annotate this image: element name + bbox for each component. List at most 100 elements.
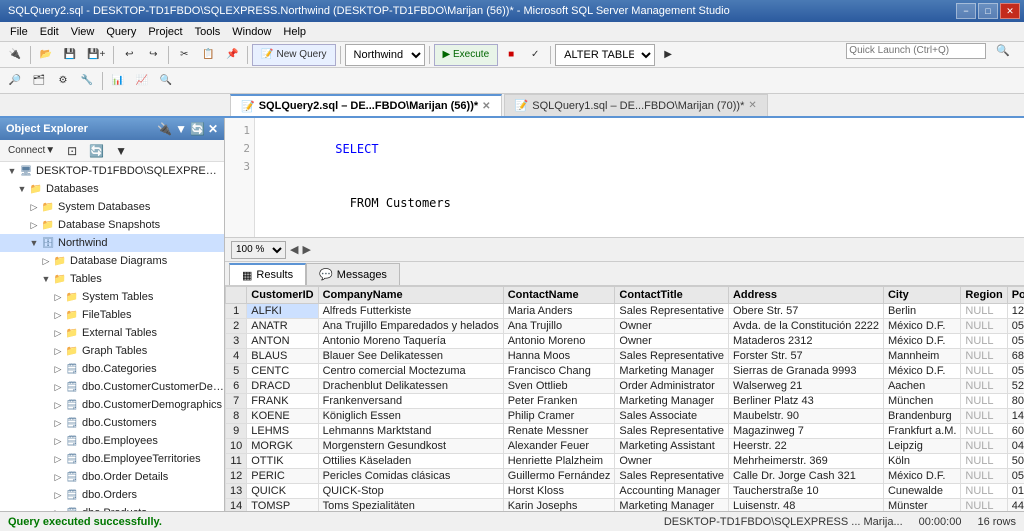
- execute-btn[interactable]: ▶ Execute: [434, 44, 499, 66]
- tb2-btn4[interactable]: 🔧: [76, 70, 98, 92]
- table-row[interactable]: 9LEHMSLehmanns MarktstandRenate MessnerS…: [226, 424, 1024, 439]
- close-button[interactable]: ✕: [1000, 3, 1020, 19]
- table-row[interactable]: 11OTTIKOttilies KäseladenHenriette Plalz…: [226, 454, 1024, 469]
- menu-window[interactable]: Window: [226, 24, 277, 40]
- table-row[interactable]: 8KOENEKöniglich EssenPhilip CramerSales …: [226, 409, 1024, 424]
- redo-btn[interactable]: ↪: [142, 44, 164, 66]
- menu-query[interactable]: Query: [100, 24, 142, 40]
- database-dropdown[interactable]: Northwind: [345, 44, 425, 66]
- tree-item-orderdetails[interactable]: ▷ 🗒 dbo.Order Details: [0, 468, 224, 486]
- new-query-btn[interactable]: 📝 New Query: [252, 44, 335, 66]
- tb2-btn2[interactable]: 🗂: [28, 70, 50, 92]
- tree-item-graph-tables[interactable]: ▷ 📁 Graph Tables: [0, 342, 224, 360]
- tree-item-filetables[interactable]: ▷ 📁 FileTables: [0, 306, 224, 324]
- table-cell: Sales Representative: [615, 469, 729, 484]
- tree-item-orders[interactable]: ▷ 🗒 dbo.Orders: [0, 486, 224, 504]
- col-companyname[interactable]: CompanyName: [318, 287, 503, 304]
- tree-item-snapshots[interactable]: ▷ 📁 Database Snapshots: [0, 216, 224, 234]
- tab-query1[interactable]: 📝 SQLQuery1.sql – DE...FBDO\Marijan (70)…: [504, 94, 768, 116]
- table-row[interactable]: 12PERICPericles Comidas clásicasGuillerm…: [226, 469, 1024, 484]
- tree-item-products[interactable]: ▷ 🗒 dbo.Products: [0, 504, 224, 511]
- tree-item-external-tables[interactable]: ▷ 📁 External Tables: [0, 324, 224, 342]
- results-tab[interactable]: ▦ Results: [229, 263, 306, 285]
- table-row[interactable]: 1ALFKIAlfreds FutterkisteMaria AndersSal…: [226, 304, 1024, 319]
- menu-edit[interactable]: Edit: [34, 24, 65, 40]
- tb2-btn5[interactable]: 📊: [107, 70, 129, 92]
- oe-refresh-btn[interactable]: 🔄: [190, 122, 205, 136]
- tree-item-customers[interactable]: ▷ 🗒 dbo.Customers: [0, 414, 224, 432]
- col-contacttitle[interactable]: ContactTitle: [615, 287, 729, 304]
- tree-toggle[interactable]: ▼: [16, 184, 28, 194]
- tb2-btn6[interactable]: 📈: [131, 70, 153, 92]
- quick-launch-input[interactable]: [846, 43, 986, 59]
- table-row[interactable]: 2ANATRAna Trujillo Emparedados y helados…: [226, 319, 1024, 334]
- tb2-btn7[interactable]: 🔍: [155, 70, 177, 92]
- tree-item-system-dbs[interactable]: ▷ 📁 System Databases: [0, 198, 224, 216]
- tree-toggle[interactable]: ▼: [6, 166, 18, 176]
- tree-item-customerdemographics[interactable]: ▷ 🗒 dbo.CustomerDemographics: [0, 396, 224, 414]
- stop-btn[interactable]: ■: [500, 44, 522, 66]
- tab-query1-close[interactable]: ✕: [748, 100, 756, 111]
- nav-right-btn[interactable]: ▶: [302, 243, 310, 256]
- tree-item-northwind[interactable]: ▼ 🗄 Northwind: [0, 234, 224, 252]
- tab-query2[interactable]: 📝 SQLQuery2.sql – DE...FBDO\Marijan (56)…: [230, 94, 502, 116]
- menu-help[interactable]: Help: [277, 24, 312, 40]
- line-numbers: 1 2 3: [225, 118, 255, 237]
- menu-file[interactable]: File: [4, 24, 34, 40]
- maximize-button[interactable]: □: [978, 3, 998, 19]
- messages-tab[interactable]: 💬 Messages: [306, 263, 400, 285]
- oe-filter-btn[interactable]: ▼: [175, 122, 187, 136]
- table-row[interactable]: 13QUICKQUICK-StopHorst KlossAccounting M…: [226, 484, 1024, 499]
- table-row[interactable]: 4BLAUSBlauer See DelikatessenHanna MoosS…: [226, 349, 1024, 364]
- col-city[interactable]: City: [883, 287, 960, 304]
- table-row[interactable]: 5CENTCCentro comercial MoctezumaFrancisc…: [226, 364, 1024, 379]
- tree-item-tables[interactable]: ▼ 📁 Tables: [0, 270, 224, 288]
- nav-left-btn[interactable]: ◀: [290, 243, 298, 256]
- oe-connect-tb-btn[interactable]: Connect▼: [4, 140, 59, 162]
- tree-item-databases[interactable]: ▼ 📁 Databases: [0, 180, 224, 198]
- tree-item-server[interactable]: ▼ 🖥 DESKTOP-TD1FBDO\SQLEXPRESS (SQL Serv…: [0, 162, 224, 180]
- tab-query2-close[interactable]: ✕: [482, 101, 490, 112]
- tree-item-employees[interactable]: ▷ 🗒 dbo.Employees: [0, 432, 224, 450]
- tree-item-db-diagrams[interactable]: ▷ 📁 Database Diagrams: [0, 252, 224, 270]
- table-row[interactable]: 7FRANKFrankenversandPeter FrankenMarketi…: [226, 394, 1024, 409]
- col-customerid[interactable]: CustomerID: [247, 287, 318, 304]
- undo-btn[interactable]: ↩: [118, 44, 140, 66]
- col-address[interactable]: Address: [728, 287, 883, 304]
- oe-filter-tb-btn[interactable]: ▼: [110, 140, 132, 162]
- go-btn[interactable]: ▶: [657, 44, 679, 66]
- save-all-btn[interactable]: 💾+: [83, 44, 109, 66]
- tree-item-customercustomerdemo[interactable]: ▷ 🗒 dbo.CustomerCustomerDemo: [0, 378, 224, 396]
- oe-refresh-tb-btn[interactable]: 🔄: [85, 140, 108, 162]
- table-row[interactable]: 14TOMSPToms SpezialitätenKarin JosephsMa…: [226, 499, 1024, 512]
- zoom-dropdown[interactable]: 100 % 75 % 150 %: [231, 241, 286, 259]
- table-row[interactable]: 10MORGKMorgenstern GesundkostAlexander F…: [226, 439, 1024, 454]
- tb2-btn1[interactable]: 🔎: [4, 70, 26, 92]
- col-region[interactable]: Region: [961, 287, 1007, 304]
- oe-disconnect-btn[interactable]: ⊡: [61, 140, 83, 162]
- save-btn[interactable]: 💾: [59, 44, 81, 66]
- open-file-btn[interactable]: 📂: [35, 44, 57, 66]
- menu-project[interactable]: Project: [142, 24, 188, 40]
- menu-tools[interactable]: Tools: [189, 24, 227, 40]
- tree-item-employeeterritories[interactable]: ▷ 🗒 dbo.EmployeeTerritories: [0, 450, 224, 468]
- oe-connect-btn[interactable]: 🔌: [157, 122, 172, 136]
- parse-btn[interactable]: ✓: [524, 44, 546, 66]
- table-row[interactable]: 3ANTONAntonio Moreno TaqueríaAntonio Mor…: [226, 334, 1024, 349]
- sql-code-area[interactable]: SELECT FROM Customers WHERE Country = 'G…: [255, 118, 1024, 237]
- tree-item-categories[interactable]: ▷ 🗒 dbo.Categories: [0, 360, 224, 378]
- table-cell: Frankfurt a.M.: [883, 424, 960, 439]
- minimize-button[interactable]: −: [956, 3, 976, 19]
- copy-btn[interactable]: 📋: [197, 44, 219, 66]
- alter-table-dropdown[interactable]: ALTER TABLE: [555, 44, 655, 66]
- cut-btn[interactable]: ✂: [173, 44, 195, 66]
- tb2-btn3[interactable]: ⚙: [52, 70, 74, 92]
- col-contactname[interactable]: ContactName: [503, 287, 615, 304]
- tree-item-system-tables[interactable]: ▷ 📁 System Tables: [0, 288, 224, 306]
- col-postalcode[interactable]: PostalCode: [1007, 287, 1024, 304]
- oe-close-btn[interactable]: ✕: [208, 122, 218, 136]
- paste-btn[interactable]: 📌: [221, 44, 243, 66]
- menu-view[interactable]: View: [65, 24, 101, 40]
- new-connection-btn[interactable]: 🔌: [4, 44, 26, 66]
- table-row[interactable]: 6DRACDDrachenblut DelikatessenSven Ottli…: [226, 379, 1024, 394]
